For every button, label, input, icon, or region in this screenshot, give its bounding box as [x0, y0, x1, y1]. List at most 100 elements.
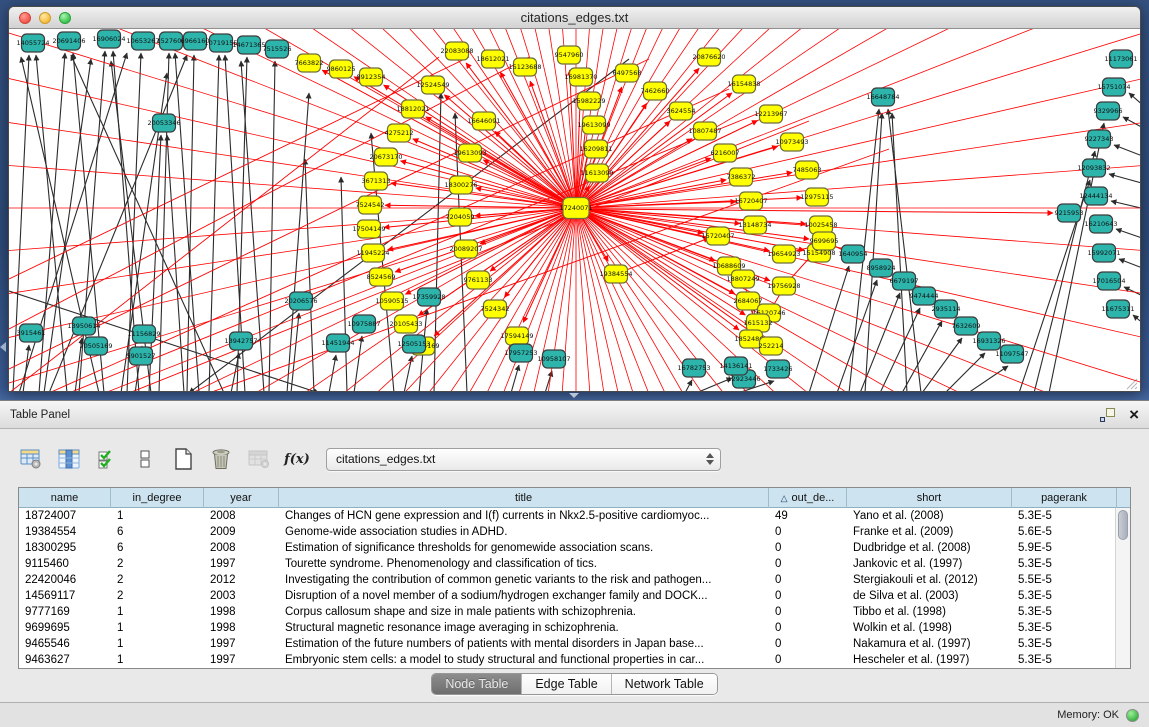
graph-node[interactable]: 9329966: [1094, 102, 1123, 120]
graph-node[interactable]: 13942757: [224, 332, 257, 350]
graph-node[interactable]: 20673170: [369, 148, 402, 166]
select-all-rows-icon[interactable]: [94, 446, 120, 472]
graph-node[interactable]: 20876620: [692, 48, 725, 66]
graph-node[interactable]: 14671365: [232, 36, 265, 54]
network-table-selector[interactable]: citations_edges.txt: [326, 448, 721, 471]
window-titlebar[interactable]: citations_edges.txt: [9, 7, 1140, 29]
graph-node[interactable]: 12975115: [800, 188, 833, 206]
graph-node[interactable]: 7485063: [793, 161, 822, 179]
graph-node[interactable]: 17240071: [559, 198, 592, 219]
graph-node[interactable]: 9860125: [327, 60, 356, 78]
graph-node[interactable]: 8524569: [367, 268, 396, 286]
table-scrollbar[interactable]: [1115, 508, 1130, 668]
row-boxes-icon[interactable]: [132, 446, 158, 472]
graph-node[interactable]: 17957253: [504, 344, 537, 362]
graph-node[interactable]: 20206576: [284, 292, 317, 310]
minimize-window-icon[interactable]: [39, 12, 51, 24]
graph-node[interactable]: 17359928: [412, 288, 445, 306]
tab-network-table[interactable]: Network Table: [612, 674, 717, 694]
zoom-window-icon[interactable]: [59, 12, 71, 24]
graph-node[interactable]: 2935114: [932, 300, 961, 318]
graph-node[interactable]: 12444134: [1079, 187, 1112, 205]
graph-node[interactable]: 20105433: [389, 315, 422, 333]
table-settings-icon[interactable]: [18, 446, 44, 472]
column-header-out_de[interactable]: △out_de...: [769, 488, 847, 508]
graph-node[interactable]: 20089207: [449, 240, 482, 258]
table-row[interactable]: 946362711997Embryonic stem cells: a mode…: [19, 652, 1115, 668]
column-header-short[interactable]: short: [847, 488, 1012, 508]
graph-node[interactable]: 20053346: [147, 114, 180, 132]
graph-node[interactable]: 12505153: [397, 335, 430, 353]
table-row[interactable]: 977716911998Corpus callosum shape and si…: [19, 604, 1115, 620]
column-header-in_degree[interactable]: in_degree: [111, 488, 204, 508]
graph-node[interactable]: 5901527: [127, 347, 156, 365]
close-window-icon[interactable]: [19, 12, 31, 24]
graph-node[interactable]: 9699695: [810, 232, 839, 250]
graph-node[interactable]: 11613099: [580, 164, 613, 182]
graph-node[interactable]: 11173061: [1104, 50, 1137, 68]
network-canvas[interactable]: 12524549 18812021 4275212 20673170 3671313 75…: [9, 29, 1140, 392]
table-row[interactable]: 1456911722003Disruption of a novel membe…: [19, 588, 1115, 604]
graph-node[interactable]: 3671313: [362, 172, 391, 190]
graph-node[interactable]: 16648784: [866, 88, 899, 106]
float-panel-icon[interactable]: [1100, 408, 1115, 422]
graph-node[interactable]: 16210643: [1084, 215, 1117, 233]
graph-node[interactable]: 19613099: [577, 116, 610, 134]
close-panel-icon[interactable]: ×: [1129, 408, 1139, 422]
table-row[interactable]: 911546021997Tourette syndrome. Phenomeno…: [19, 556, 1115, 572]
graph-node[interactable]: 12524549: [416, 76, 449, 94]
graph-node[interactable]: 9761133: [464, 271, 493, 289]
graph-node[interactable]: 7524542: [356, 196, 385, 214]
graph-node[interactable]: 7204059: [446, 208, 475, 226]
collapse-arrow-icon[interactable]: [0, 342, 6, 352]
graph-node[interactable]: 11097547: [995, 345, 1028, 363]
graph-node[interactable]: 15992071: [1087, 244, 1120, 262]
graph-node[interactable]: 18300276: [444, 176, 477, 194]
graph-node[interactable]: 252214: [759, 337, 784, 355]
graph-node[interactable]: 10958107: [537, 350, 570, 368]
graph-node[interactable]: 16646091: [467, 112, 500, 130]
graph-node[interactable]: 11451944: [321, 334, 354, 352]
graph-node[interactable]: 10807487: [688, 122, 721, 140]
table-row[interactable]: 1830029562008Estimation of significance …: [19, 540, 1115, 556]
graph-node[interactable]: 19654923: [767, 245, 800, 263]
column-header-title[interactable]: title: [279, 488, 769, 508]
graph-node[interactable]: 4275212: [385, 124, 414, 142]
graph-node[interactable]: 7386372: [727, 168, 756, 186]
graph-node[interactable]: 19613093: [453, 144, 486, 162]
table-row[interactable]: 946554611997Estimation of the future num…: [19, 636, 1115, 652]
graph-node[interactable]: 17504149: [352, 220, 385, 238]
graph-node[interactable]: 1640954: [839, 245, 868, 263]
resize-grip-icon[interactable]: [1126, 378, 1138, 390]
column-header-name[interactable]: name: [19, 488, 111, 508]
graph-node[interactable]: 7524342: [481, 300, 510, 318]
graph-node[interactable]: 7663822: [295, 54, 324, 72]
graph-node[interactable]: 16906024: [92, 30, 125, 48]
graph-node[interactable]: 9474444: [910, 287, 939, 305]
graph-node[interactable]: 16782753: [677, 359, 710, 377]
graph-node[interactable]: 7515526: [263, 40, 292, 58]
graph-node[interactable]: 14136141: [719, 357, 752, 375]
graph-node[interactable]: 15123688: [508, 58, 541, 76]
graph-node[interactable]: 10975887: [347, 315, 380, 333]
graph-node[interactable]: 12213967: [754, 105, 787, 123]
graph-node[interactable]: 10973493: [775, 133, 808, 151]
graph-node[interactable]: 10025458: [804, 216, 837, 234]
graph-node[interactable]: 15751074: [1097, 78, 1130, 96]
graph-node[interactable]: 7632609: [952, 317, 981, 335]
graph-node[interactable]: 10653267: [126, 32, 159, 50]
graph-node[interactable]: 20505169: [79, 337, 112, 355]
graph-node[interactable]: 20691406: [52, 32, 85, 50]
table-row[interactable]: 2242004622012Investigating the contribut…: [19, 572, 1115, 588]
column-header-pagerank[interactable]: pagerank: [1012, 488, 1117, 508]
graph-node[interactable]: 18812021: [396, 100, 429, 118]
graph-node[interactable]: 8958924: [867, 259, 896, 277]
table-row[interactable]: 1938455462009Genome-wide association stu…: [19, 524, 1115, 540]
graph-node[interactable]: 16981370: [564, 68, 597, 86]
tab-node-table[interactable]: Node Table: [432, 674, 522, 694]
graph-node[interactable]: 18807249: [726, 270, 759, 288]
graph-node[interactable]: 9215953: [1055, 204, 1084, 222]
graph-node[interactable]: 7462660: [641, 82, 670, 100]
table-row[interactable]: 1872400712008Changes of HCN gene express…: [19, 508, 1115, 524]
new-table-icon[interactable]: [170, 446, 196, 472]
